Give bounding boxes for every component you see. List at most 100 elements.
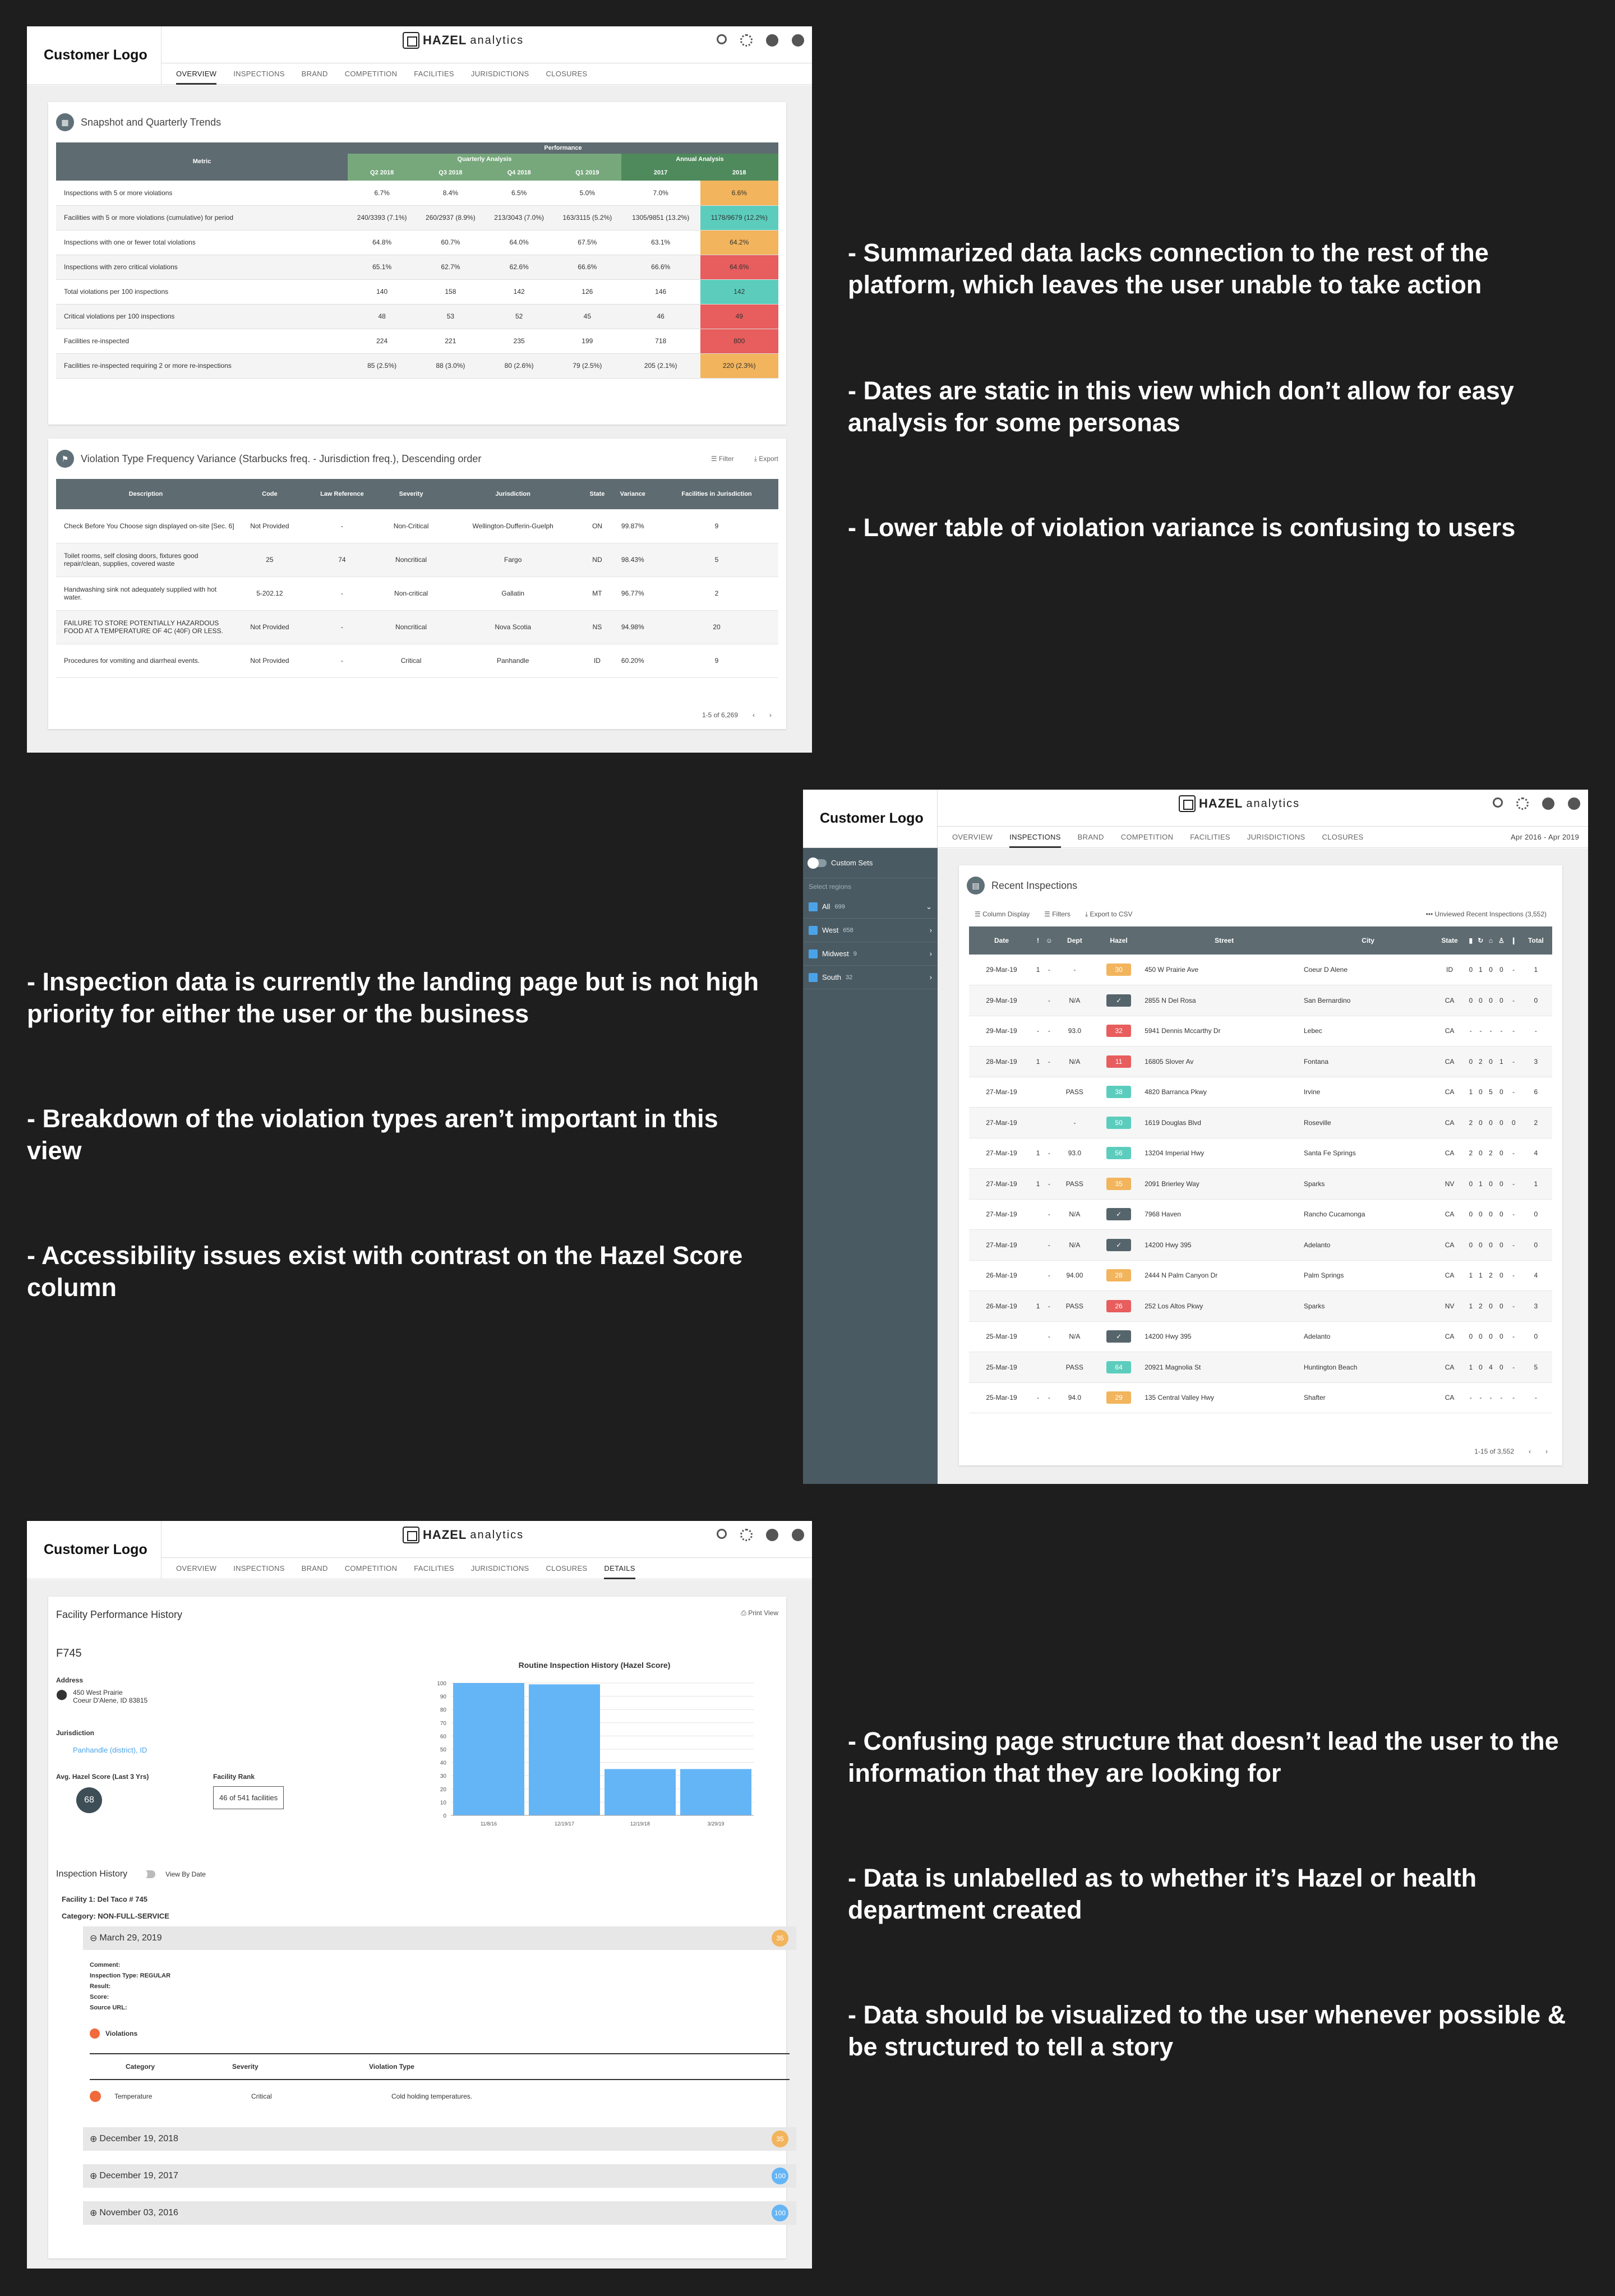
col-header[interactable]: State [1432, 926, 1467, 955]
table-row[interactable]: 27-Mar-19-50 1619 Douglas Blvd Roseville CA… [969, 1107, 1552, 1138]
col-header[interactable]: ♙ [1495, 926, 1508, 955]
col-header[interactable]: ⌂ [1486, 926, 1496, 955]
inspection-row-expanded[interactable]: ⊖ March 29, 2019 35 [83, 1926, 796, 1950]
chart-bar[interactable] [453, 1683, 524, 1815]
col-header[interactable]: Total [1519, 926, 1552, 955]
col-header[interactable]: ↻ [1474, 926, 1487, 955]
tab-inspections[interactable]: INSPECTIONS [233, 1558, 284, 1579]
tab-overview[interactable]: OVERVIEW [176, 63, 217, 85]
gear-icon[interactable] [740, 1529, 753, 1541]
table-row[interactable]: Handwashing sink not adequately supplied… [56, 577, 778, 611]
gear-icon[interactable] [1516, 797, 1529, 810]
user-icon[interactable] [792, 1529, 804, 1541]
view-by-date-toggle[interactable] [136, 1869, 156, 1880]
table-row[interactable]: FAILURE TO STORE POTENTIALLY HAZARDOUS F… [56, 610, 778, 644]
tab-jurisdictions[interactable]: JURISDICTIONS [471, 1558, 529, 1579]
chevron-down-icon[interactable]: ⌄ [926, 902, 932, 911]
col-header[interactable]: Jurisdiction [442, 479, 584, 509]
chevron-right-icon[interactable]: › [930, 926, 932, 934]
col-header[interactable]: City [1303, 926, 1433, 955]
table-row[interactable]: Toilet rooms, self closing doors, fixtur… [56, 543, 778, 577]
tab-competition[interactable]: COMPETITION [1121, 827, 1174, 848]
col-header[interactable]: Street [1145, 926, 1304, 955]
col-header[interactable]: Date [969, 926, 1035, 955]
tab-overview[interactable]: OVERVIEW [176, 1558, 216, 1579]
col-header[interactable]: Facilities in Jurisdiction [655, 479, 778, 509]
help-icon[interactable] [1542, 797, 1554, 810]
table-row[interactable]: 28-Mar-19 1- N/A 11 16805 Slover Av Fontana CA… [969, 1046, 1552, 1077]
filters-button[interactable]: ☰ Filters [1044, 910, 1070, 919]
table-row[interactable]: 27-Mar-19 1-93.0 56 13204 Imperial Hwy Santa… [969, 1138, 1552, 1169]
chart-bar[interactable] [605, 1769, 676, 1815]
col-header[interactable]: Law Reference [303, 479, 381, 509]
table-row[interactable]: 25-Mar-19- N/A ✓ 14200 Hwy 395 Adelanto CA 0 0 0… [969, 1321, 1552, 1352]
region-item[interactable]: All 699 ⌄ [803, 895, 938, 919]
table-row[interactable]: 25-Mar-19 PASS 64 20921 Magnolia St Huntingt… [969, 1352, 1552, 1383]
date-range[interactable]: Apr 2016 - Apr 2019 [1511, 827, 1579, 848]
tab-facilities[interactable]: FACILITIES [414, 1558, 454, 1579]
help-icon[interactable] [766, 34, 778, 47]
tab-jurisdictions[interactable]: JURISDICTIONS [471, 63, 529, 85]
tab-closures[interactable]: CLOSURES [546, 1558, 587, 1579]
tab-competition[interactable]: COMPETITION [345, 1558, 398, 1579]
tab-jurisdictions[interactable]: JURISDICTIONS [1247, 827, 1305, 848]
col-header[interactable]: State [584, 479, 611, 509]
chevron-right-icon[interactable]: › [930, 949, 932, 958]
next-page-icon[interactable]: › [769, 711, 772, 719]
col-header[interactable]: Hazel [1092, 926, 1145, 955]
chevron-right-icon[interactable]: › [930, 973, 932, 981]
user-icon[interactable] [792, 34, 804, 47]
table-row[interactable]: Check Before You Choose sign displayed o… [56, 509, 778, 543]
col-header[interactable]: Dept [1056, 926, 1093, 955]
col-header[interactable]: ▮ [1466, 926, 1475, 955]
tab-facilities[interactable]: FACILITIES [414, 63, 454, 85]
help-icon[interactable] [766, 1529, 778, 1541]
col-header[interactable]: ☺ [1042, 926, 1056, 955]
region-item[interactable]: South 32 › [803, 966, 938, 989]
col-header[interactable]: Code [236, 479, 304, 509]
column-display-button[interactable]: ☰ Column Display [975, 910, 1030, 919]
prev-page-icon[interactable]: ‹ [753, 711, 755, 719]
chart-bar[interactable] [680, 1769, 751, 1815]
tab-brand[interactable]: BRAND [302, 63, 328, 85]
checkbox-icon[interactable] [809, 925, 818, 935]
inspection-row[interactable]: ⊕ November 03, 2016 100 [83, 2201, 796, 2225]
tab-details[interactable]: DETAILS [604, 1558, 635, 1579]
print-view-button[interactable]: ⎙ Print View [741, 1609, 778, 1621]
tab-closures[interactable]: CLOSURES [546, 63, 587, 85]
table-row[interactable]: 26-Mar-19 1- PASS 26 252 Los Altos Pkwy Spark… [969, 1290, 1552, 1322]
next-page-icon[interactable]: › [1545, 1447, 1548, 1455]
gear-icon[interactable] [740, 34, 753, 47]
jurisdiction-link[interactable]: Panhandle (district), ID [73, 1746, 147, 1754]
region-item[interactable]: West 658 › [803, 919, 938, 942]
export-csv-button[interactable]: ⤓ Export to CSV [1085, 910, 1133, 919]
chart-bar[interactable] [529, 1684, 600, 1815]
inspection-row[interactable]: ⊕ December 19, 2017 100 [83, 2164, 796, 2188]
col-header[interactable]: Description [56, 479, 236, 509]
prev-page-icon[interactable]: ‹ [1529, 1447, 1531, 1455]
tab-inspections[interactable]: INSPECTIONS [1009, 827, 1061, 848]
table-row[interactable]: 29-Mar-19- N/A ✓ 2855 N Del Rosa San Bernard… [969, 985, 1552, 1016]
search-icon[interactable] [717, 34, 727, 44]
tab-brand[interactable]: BRAND [1078, 827, 1104, 848]
table-row[interactable]: 27-Mar-19 PASS 38 4820 Barranca Pkwy Irvine C… [969, 1077, 1552, 1108]
filter-button[interactable]: ☰ Filter [711, 455, 734, 463]
table-row[interactable]: 27-Mar-19- N/A ✓ 14200 Hwy 395 Adelanto CA 0 0 0… [969, 1229, 1552, 1261]
export-button[interactable]: ⤓ Export [754, 455, 778, 463]
checkbox-icon[interactable] [809, 902, 818, 911]
col-header[interactable]: ❙ [1507, 926, 1520, 955]
region-item[interactable]: Midwest 9 › [803, 942, 938, 966]
checkbox-icon[interactable] [809, 972, 818, 982]
tab-brand[interactable]: BRAND [302, 1558, 328, 1579]
table-row[interactable]: 27-Mar-19 1- PASS 35 2091 Brierley Way Sparks… [969, 1168, 1552, 1200]
col-header[interactable]: Variance [610, 479, 655, 509]
user-icon[interactable] [1568, 797, 1580, 810]
col-header[interactable]: ! [1034, 926, 1042, 955]
col-header[interactable]: Severity [380, 479, 442, 509]
table-row[interactable]: 29-Mar-19- -93.0 32 5941 Dennis Mccarthy Dr… [969, 1016, 1552, 1046]
table-row[interactable]: 29-Mar-19 1- -30 450 W Prairie Ave Coeur D A… [969, 955, 1552, 985]
search-icon[interactable] [717, 1529, 727, 1539]
inspection-row[interactable]: ⊕ December 19, 2018 35 [83, 2127, 796, 2151]
tab-overview[interactable]: OVERVIEW [952, 827, 993, 848]
table-row[interactable]: 25-Mar-19- -94.0 29 135 Central Valley Hwy S… [969, 1382, 1552, 1413]
